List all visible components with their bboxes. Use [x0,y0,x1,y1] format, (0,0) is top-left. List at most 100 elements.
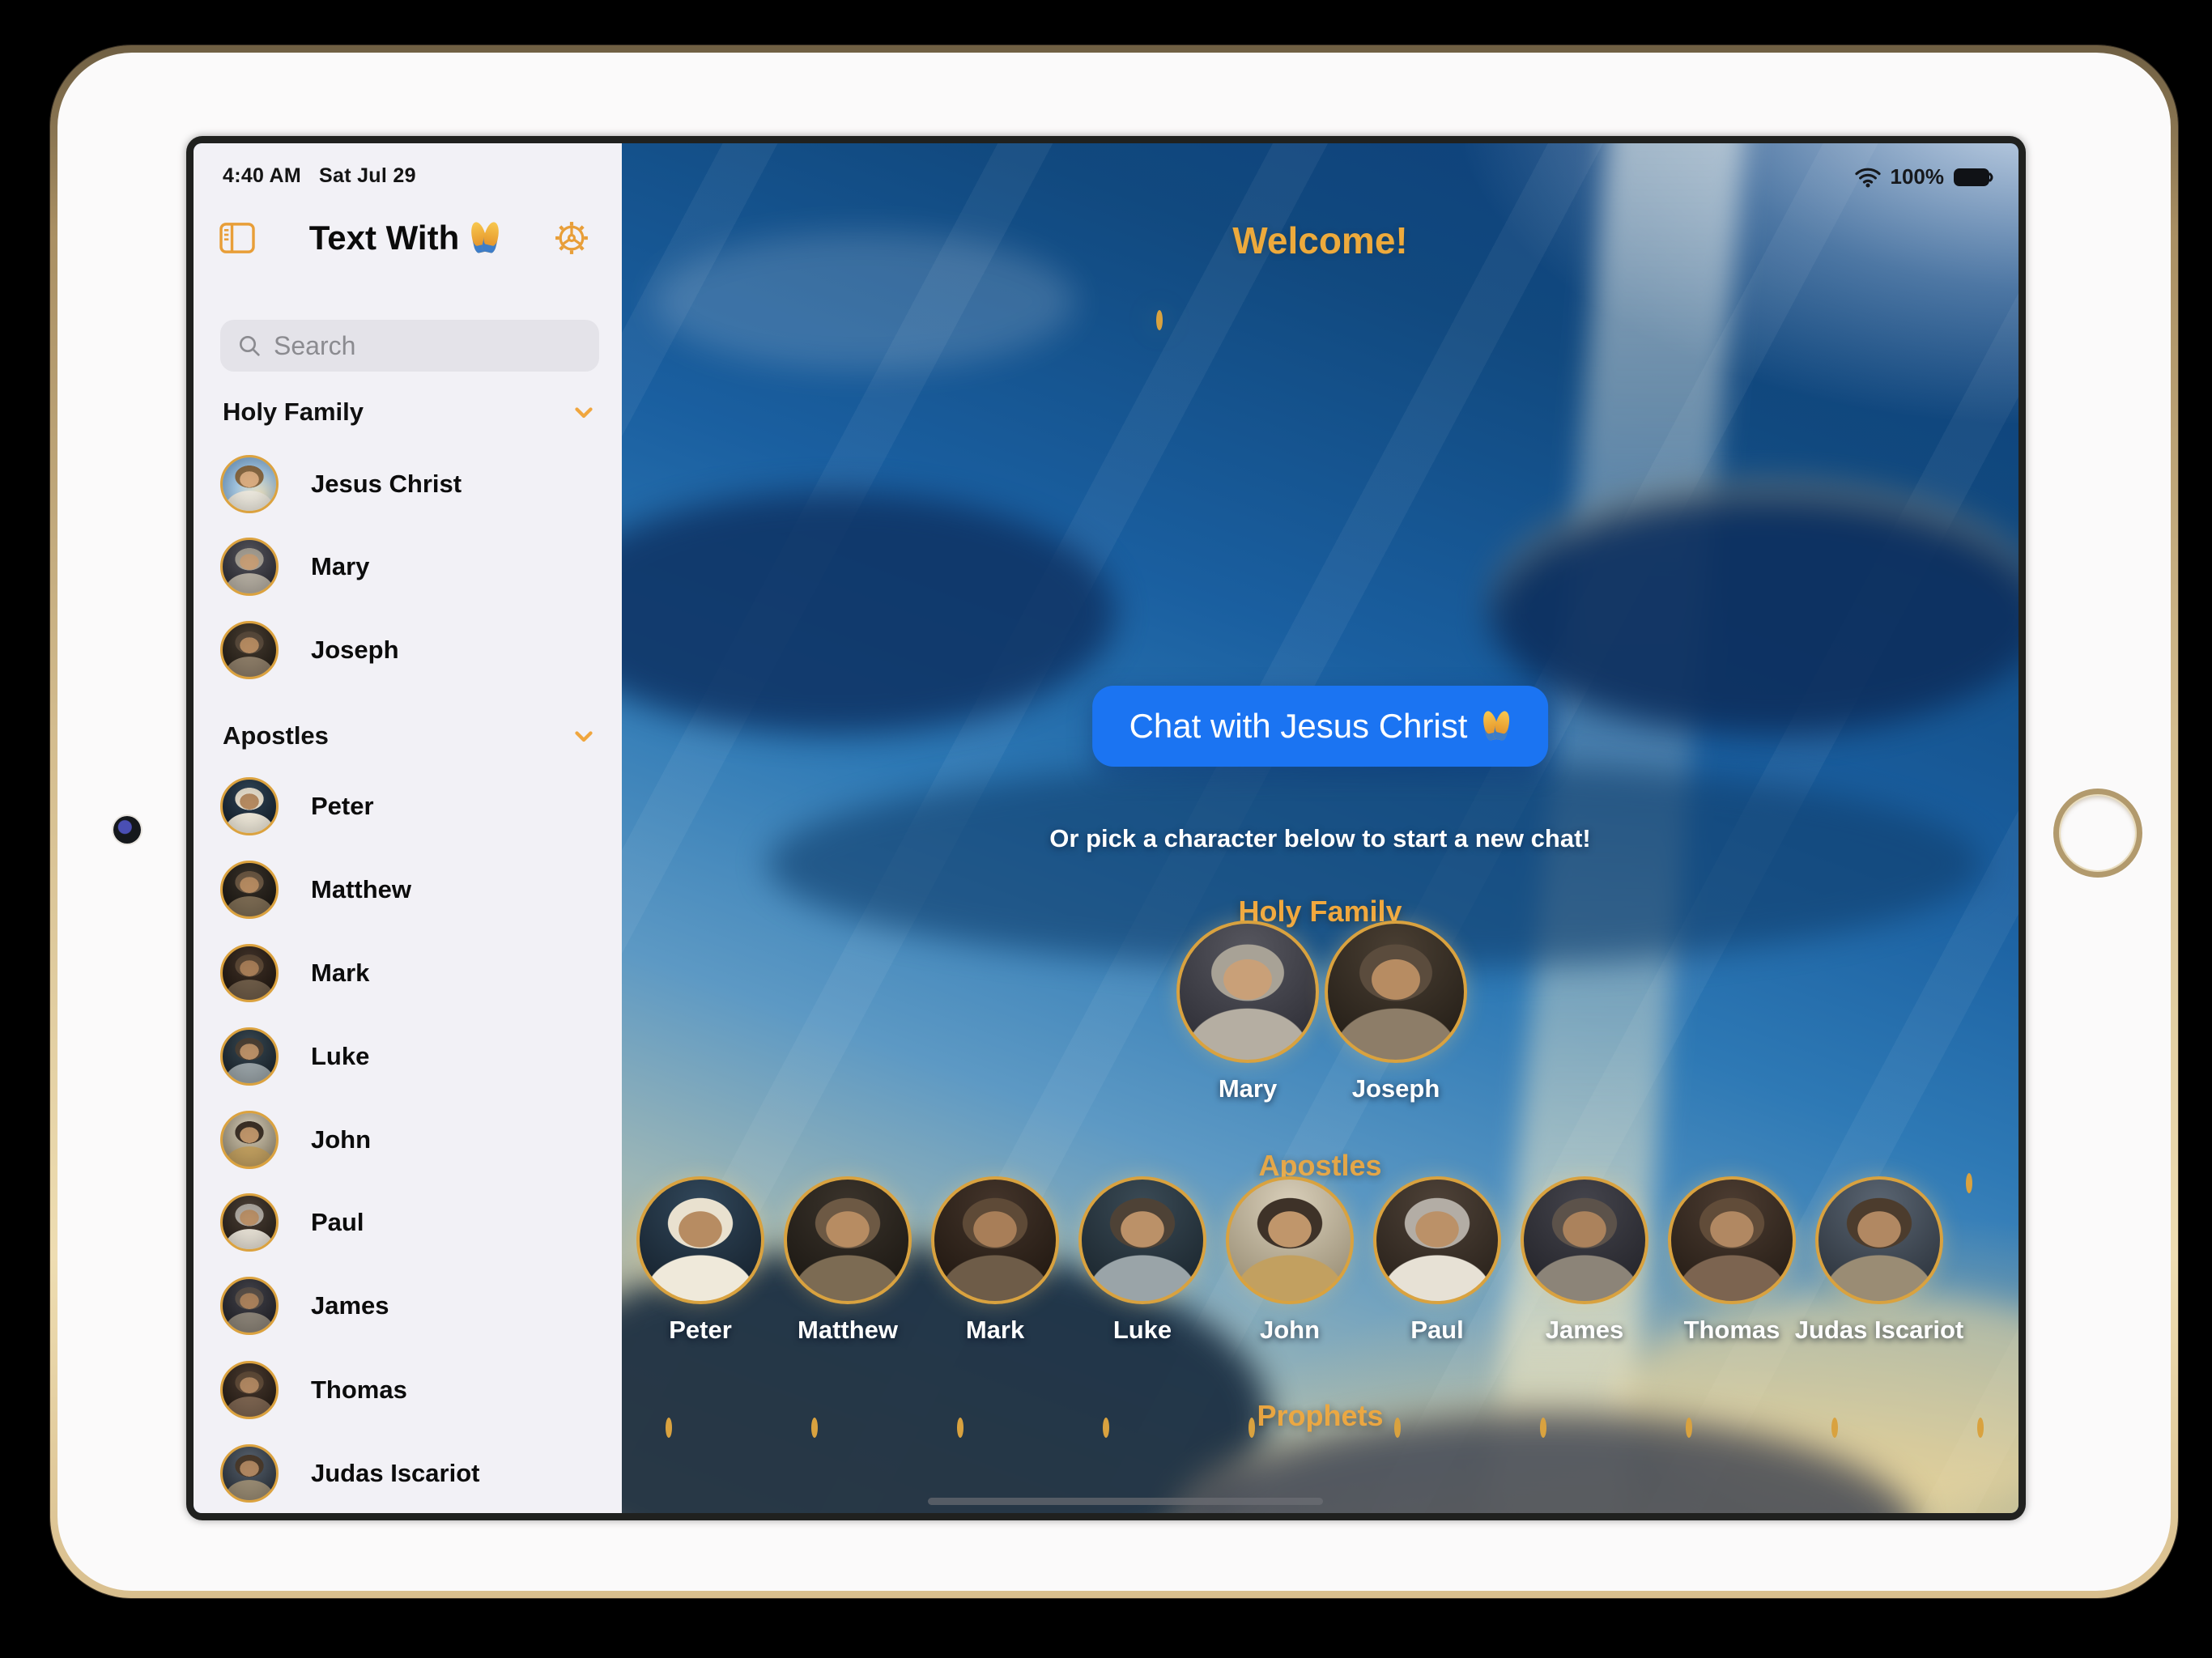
avatar [1325,920,1467,1063]
prophet-avatar[interactable] [1686,1421,1807,1513]
character-name: James [311,1291,389,1320]
avatar [1668,1176,1796,1304]
sidebar-item-thomas[interactable]: Thomas [194,1359,622,1421]
sidebar-item-mark[interactable]: Mark [194,942,622,1004]
search-icon [236,333,262,359]
sidebar-section-apostles[interactable]: Apostles [223,720,598,752]
sidebar-item-james[interactable]: James [194,1275,622,1337]
app-screen: 4:40 AM Sat Jul 29 [186,136,2026,1520]
character-card-judas-iscariot[interactable]: Judas Iscariot [1806,1176,1953,1345]
prophet-avatar[interactable] [1540,1421,1661,1513]
avatar [220,944,279,1002]
app-title-text: Text With [309,219,460,257]
avatar [1831,1418,1838,1438]
status-bar-right: 100% [1855,164,1995,189]
search-input[interactable]: Search [220,320,599,372]
sidebar-toggle-icon [219,222,256,254]
character-name: Joseph [311,636,399,665]
character-card-thomas[interactable]: Thomas [1658,1176,1806,1345]
avatar [1156,310,1163,330]
sidebar-item-john[interactable]: John [194,1109,622,1171]
character-card-mark[interactable]: Mark [921,1176,1069,1345]
avatar [1249,1418,1255,1438]
character-name: Mark [966,1316,1024,1345]
battery-percent: 100% [1891,164,1945,189]
character-name: Thomas [311,1375,407,1405]
horizontal-scrollbar[interactable] [928,1498,1323,1505]
character-name: Judas Iscariot [311,1459,479,1488]
character-card-matthew[interactable]: Matthew [774,1176,921,1345]
avatar [1521,1176,1648,1304]
avatar [220,861,279,919]
status-date: Sat Jul 29 [319,164,416,188]
main-content: 100% Welcome! Chat with Jesus Christ [622,143,2018,1513]
character-card-joseph[interactable]: Joseph [1328,920,1464,1103]
chevron-down-icon [570,398,598,426]
character-card-peter[interactable]: Peter [627,1176,774,1345]
character-name: Judas Iscariot [1795,1316,1963,1345]
character-name: Matthew [798,1316,898,1345]
avatar [220,777,279,835]
avatar [784,1176,912,1304]
avatar [1966,1173,1972,1193]
sidebar-header: Text With [216,211,593,265]
sidebar-toggle-button[interactable] [216,217,258,259]
character-card-john[interactable]: John [1216,1176,1363,1345]
avatar [1815,1176,1943,1304]
prophet-avatar[interactable] [1831,1421,1953,1513]
home-button[interactable] [2053,789,2142,878]
character-name: James [1546,1316,1624,1345]
character-name: Jesus Christ [311,470,462,499]
sidebar-item-joseph[interactable]: Joseph [194,619,622,681]
avatar [1176,920,1319,1063]
chevron-down-icon [570,722,598,750]
avatar [957,1418,963,1438]
status-time: 4:40 AM [223,164,301,188]
sidebar-item-luke[interactable]: Luke [194,1026,622,1087]
app-window: 4:40 AM Sat Jul 29 [194,143,2018,1513]
avatar [1103,1418,1109,1438]
chat-with-jesus-button[interactable]: Chat with Jesus Christ [1092,686,1549,767]
character-card-mary[interactable]: Mary [1180,920,1316,1103]
character-card-james[interactable]: James [1511,1176,1658,1345]
avatar [666,1418,672,1438]
character-card-paul[interactable]: Paul [1363,1176,1511,1345]
pick-character-subtitle: Or pick a character below to start a new… [622,824,2018,853]
avatar [220,1111,279,1169]
prophet-avatar[interactable] [1977,1421,2018,1513]
jesus-hero-avatar[interactable] [1156,313,1488,645]
character-card-luke[interactable]: Luke [1069,1176,1216,1345]
sidebar-item-mary[interactable]: Mary [194,536,622,597]
sidebar-item-judas-iscariot[interactable]: Judas Iscariot [194,1443,622,1504]
settings-button[interactable] [551,217,593,259]
prophet-avatar[interactable] [666,1421,787,1513]
sidebar-item-matthew[interactable]: Matthew [194,859,622,920]
avatar [220,1361,279,1419]
sidebar-section-holy-family[interactable]: Holy Family [223,396,598,428]
avatar [1977,1418,1984,1438]
character-name: Paul [311,1208,364,1237]
character-name: Luke [1113,1316,1172,1345]
ipad-device: 4:40 AM Sat Jul 29 [50,45,2178,1598]
avatar [220,1444,279,1503]
character-name: Mary [311,552,369,581]
section-label: Apostles [223,721,329,750]
battery-icon [1954,167,1994,188]
character-name: Joseph [1352,1074,1440,1103]
sidebar: 4:40 AM Sat Jul 29 [194,143,622,1513]
sidebar-item-paul[interactable]: Paul [194,1192,622,1253]
prophet-avatar[interactable] [1394,1421,1516,1513]
character-name: Peter [311,792,374,821]
character-name: Matthew [311,875,411,904]
avatar [220,455,279,513]
prophet-avatar[interactable] [811,1421,933,1513]
character-card-partial[interactable] [1966,1176,2018,1298]
section-label: Holy Family [223,397,364,427]
sidebar-item-jesus-christ[interactable]: Jesus Christ [194,453,622,515]
character-name: Peter [669,1316,732,1345]
sidebar-item-peter[interactable]: Peter [194,776,622,837]
avatar [220,1193,279,1252]
avatar [1226,1176,1354,1304]
avatar [1373,1176,1501,1304]
gear-icon [553,219,590,257]
